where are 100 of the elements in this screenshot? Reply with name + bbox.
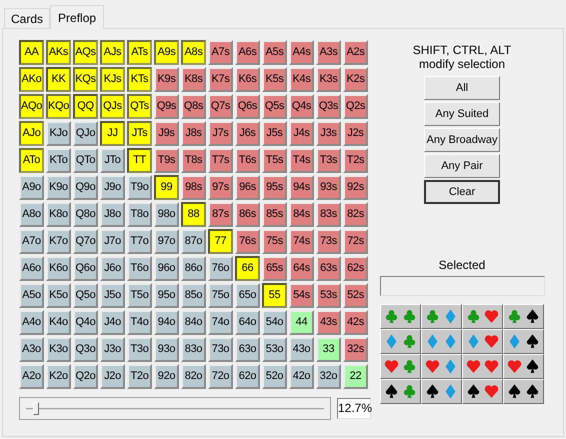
hand-cell[interactable]: 32o: [316, 364, 341, 389]
hand-cell[interactable]: K2s: [343, 67, 368, 92]
hand-cell[interactable]: K3s: [316, 67, 341, 92]
hand-cell[interactable]: T3s: [316, 148, 341, 173]
hand-cell[interactable]: J4s: [289, 121, 314, 146]
hand-cell[interactable]: 54s: [289, 283, 314, 308]
hand-cell[interactable]: Q6o: [73, 256, 98, 281]
hand-cell[interactable]: J8o: [100, 202, 125, 227]
hand-cell[interactable]: T9o: [127, 175, 152, 200]
hand-cell[interactable]: AA: [19, 40, 44, 65]
suit-combo-button[interactable]: [502, 304, 544, 329]
hand-cell[interactable]: 93s: [316, 175, 341, 200]
hand-cell[interactable]: Q2s: [343, 94, 368, 119]
hand-cell[interactable]: 86o: [181, 256, 206, 281]
hand-cell[interactable]: 52o: [262, 364, 287, 389]
hand-cell[interactable]: AJs: [100, 40, 125, 65]
hand-cell[interactable]: 42o: [289, 364, 314, 389]
hand-cell[interactable]: 32s: [343, 337, 368, 362]
slider[interactable]: [19, 397, 331, 420]
action-button[interactable]: Any Pair: [424, 154, 500, 178]
hand-cell[interactable]: JTs: [127, 121, 152, 146]
hand-cell[interactable]: 63o: [235, 337, 260, 362]
hand-cell[interactable]: A9s: [154, 40, 179, 65]
hand-cell[interactable]: Q4s: [289, 94, 314, 119]
hand-cell[interactable]: J4o: [100, 310, 125, 335]
hand-cell[interactable]: 65o: [235, 283, 260, 308]
hand-cell[interactable]: 94o: [154, 310, 179, 335]
hand-cell[interactable]: 22: [343, 364, 368, 389]
hand-cell[interactable]: 85s: [262, 202, 287, 227]
hand-cell[interactable]: A8s: [181, 40, 206, 65]
hand-cell[interactable]: J3o: [100, 337, 125, 362]
hand-cell[interactable]: K8o: [46, 202, 71, 227]
hand-cell[interactable]: Q3o: [73, 337, 98, 362]
hand-cell[interactable]: 76s: [235, 229, 260, 254]
hand-cell[interactable]: 92s: [343, 175, 368, 200]
hand-cell[interactable]: AKo: [19, 67, 44, 92]
hand-cell[interactable]: A2o: [19, 364, 44, 389]
hand-cell[interactable]: K5s: [262, 67, 287, 92]
hand-cell[interactable]: A7o: [19, 229, 44, 254]
hand-cell[interactable]: J2o: [100, 364, 125, 389]
hand-cell[interactable]: QJs: [100, 94, 125, 119]
hand-cell[interactable]: 92o: [154, 364, 179, 389]
hand-cell[interactable]: 64s: [289, 256, 314, 281]
hand-cell[interactable]: QTo: [73, 148, 98, 173]
suit-combo-button[interactable]: [502, 329, 544, 354]
hand-cell[interactable]: 43s: [316, 310, 341, 335]
hand-cell[interactable]: A3o: [19, 337, 44, 362]
hand-cell[interactable]: A7s: [208, 40, 233, 65]
action-button[interactable]: Any Suited: [424, 102, 500, 126]
hand-cell[interactable]: T3o: [127, 337, 152, 362]
hand-cell[interactable]: 63s: [316, 256, 341, 281]
suit-combo-button[interactable]: [420, 379, 462, 404]
hand-cell[interactable]: 95o: [154, 283, 179, 308]
hand-cell[interactable]: 73s: [316, 229, 341, 254]
hand-cell[interactable]: A6s: [235, 40, 260, 65]
hand-cell[interactable]: 77: [208, 229, 233, 254]
hand-cell[interactable]: KJs: [100, 67, 125, 92]
hand-cell[interactable]: 83s: [316, 202, 341, 227]
hand-cell[interactable]: 44: [289, 310, 314, 335]
hand-cell[interactable]: 33: [316, 337, 341, 362]
hand-cell[interactable]: A8o: [19, 202, 44, 227]
tab[interactable]: Preflop: [50, 5, 104, 29]
hand-cell[interactable]: K6s: [235, 67, 260, 92]
hand-cell[interactable]: AJo: [19, 121, 44, 146]
hand-cell[interactable]: Q8o: [73, 202, 98, 227]
hand-cell[interactable]: 86s: [235, 202, 260, 227]
hand-cell[interactable]: J6s: [235, 121, 260, 146]
slider-thumb[interactable]: [32, 402, 39, 415]
hand-cell[interactable]: T8s: [181, 148, 206, 173]
hand-cell[interactable]: QJo: [73, 121, 98, 146]
hand-cell[interactable]: 97o: [154, 229, 179, 254]
hand-cell[interactable]: A4o: [19, 310, 44, 335]
hand-cell[interactable]: 75o: [208, 283, 233, 308]
hand-cell[interactable]: K4s: [289, 67, 314, 92]
hand-cell[interactable]: J6o: [100, 256, 125, 281]
hand-cell[interactable]: T5o: [127, 283, 152, 308]
hand-cell[interactable]: A9o: [19, 175, 44, 200]
hand-cell[interactable]: K4o: [46, 310, 71, 335]
hand-cell[interactable]: T4s: [289, 148, 314, 173]
hand-cell[interactable]: T5s: [262, 148, 287, 173]
hand-cell[interactable]: A4s: [289, 40, 314, 65]
hand-cell[interactable]: 94s: [289, 175, 314, 200]
hand-cell[interactable]: QQ: [73, 94, 98, 119]
hand-cell[interactable]: 87s: [208, 202, 233, 227]
hand-cell[interactable]: K7o: [46, 229, 71, 254]
hand-cell[interactable]: 74s: [289, 229, 314, 254]
hand-cell[interactable]: J5s: [262, 121, 287, 146]
hand-cell[interactable]: KQo: [46, 94, 71, 119]
hand-cell[interactable]: 65s: [262, 256, 287, 281]
hand-cell[interactable]: 93o: [154, 337, 179, 362]
hand-cell[interactable]: Q7s: [208, 94, 233, 119]
hand-cell[interactable]: 42s: [343, 310, 368, 335]
hand-cell[interactable]: 88: [181, 202, 206, 227]
hand-cell[interactable]: AQo: [19, 94, 44, 119]
hand-cell[interactable]: K3o: [46, 337, 71, 362]
hand-cell[interactable]: J3s: [316, 121, 341, 146]
hand-cell[interactable]: 54o: [262, 310, 287, 335]
hand-cell[interactable]: 52s: [343, 283, 368, 308]
hand-cell[interactable]: Q2o: [73, 364, 98, 389]
hand-cell[interactable]: JJ: [100, 121, 125, 146]
